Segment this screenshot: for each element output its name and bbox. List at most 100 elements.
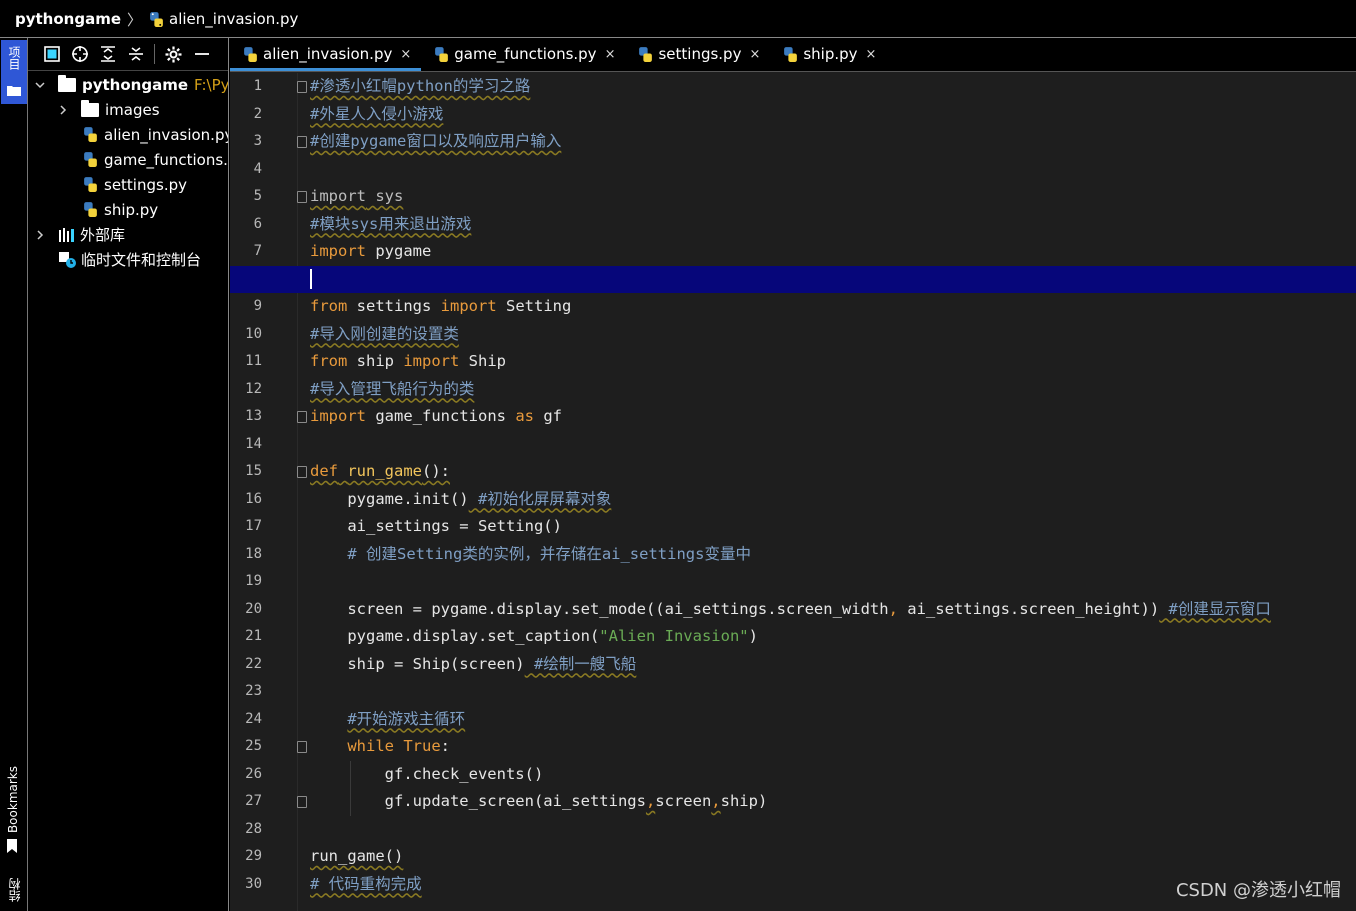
line-number: 4 — [253, 160, 262, 177]
breadcrumb-separator: 〉 — [127, 10, 143, 29]
code-line-27: gf.update_screen(ai_settings,screen,ship… — [384, 792, 768, 810]
toolbar-divider — [154, 44, 155, 64]
tree-item-game-functions[interactable]: game_functions.py — [82, 147, 228, 172]
code-line-22: ship = Ship(screen) #绘制一艘飞船 — [347, 654, 637, 673]
python-file-icon — [84, 127, 97, 142]
line-number: 22 — [245, 655, 262, 672]
editor-area: alien_invasion.py × game_functions.py × … — [230, 38, 1356, 911]
code-line-25: while True: — [347, 737, 451, 755]
python-file-icon — [84, 202, 97, 217]
line-number: 6 — [253, 215, 262, 232]
line-number: 17 — [245, 518, 262, 534]
code-line-13: import game_functions as gf — [310, 407, 562, 425]
locate-icon[interactable] — [70, 45, 89, 64]
close-icon[interactable]: × — [605, 47, 616, 62]
tree-item-ship[interactable]: ship.py — [82, 197, 158, 222]
chevron-right-icon[interactable] — [34, 229, 46, 241]
code-line-7: import pygame — [310, 242, 432, 260]
python-file-icon — [244, 46, 257, 62]
code-line-20: screen = pygame.display.set_mode((ai_set… — [347, 599, 1271, 618]
tree-root-pythongame[interactable]: pythongame F:\Pyt — [34, 72, 229, 97]
library-icon — [59, 228, 74, 242]
code-line-29: run_game() — [310, 847, 404, 865]
gear-icon[interactable] — [164, 45, 183, 64]
expand-all-icon[interactable] — [98, 45, 117, 64]
chevron-right-icon[interactable] — [57, 104, 69, 116]
tree-item-images[interactable]: images — [57, 97, 160, 122]
tab-ship[interactable]: ship.py × — [770, 37, 886, 71]
hide-icon[interactable] — [192, 45, 211, 64]
project-tab-label: 项目 — [7, 46, 21, 70]
tree-item-label: settings.py — [104, 175, 187, 194]
bookmarks-label: Bookmarks — [6, 766, 20, 834]
chevron-down-icon[interactable] — [34, 79, 46, 91]
breadcrumb-file[interactable]: alien_invasion.py — [148, 10, 298, 28]
line-number: 15 — [245, 463, 262, 479]
code-line-5: import sys — [310, 187, 404, 205]
tree-item-settings[interactable]: settings.py — [82, 172, 187, 197]
structure-tool-tab[interactable]: 结构 — [6, 878, 23, 902]
line-number: 24 — [245, 710, 262, 727]
tree-item-alien-invasion[interactable]: alien_invasion.py — [82, 122, 229, 147]
line-number: 21 — [245, 628, 262, 644]
line-number: 25 — [245, 738, 262, 754]
tab-alien-invasion[interactable]: alien_invasion.py × — [230, 37, 422, 71]
tree-item-label: game_functions.py — [104, 150, 228, 169]
python-file-icon — [84, 177, 97, 192]
line-number-gutter: 1234567891011121314151617181920212223242… — [230, 73, 307, 911]
code-editor[interactable]: #渗透小红帽python的学习之路 #外星人入侵小游戏 #创建pygame窗口以… — [230, 73, 1356, 911]
close-icon[interactable]: × — [749, 47, 760, 62]
watermark: CSDN @渗透小红帽 — [1175, 880, 1341, 901]
tree-item-label: alien_invasion.py — [104, 125, 229, 144]
tree-root-label: pythongame — [82, 75, 189, 94]
code-line-6: #模块sys用来退出游戏 — [310, 214, 472, 233]
line-number: 11 — [245, 353, 262, 369]
close-icon[interactable]: × — [400, 47, 411, 62]
tree-item-label: 外部库 — [80, 226, 126, 244]
code-line-18: # 创建Setting类的实例，并存储在ai_settings变量中 — [347, 544, 751, 563]
python-file-icon — [150, 11, 163, 27]
python-file-icon — [435, 46, 449, 62]
close-icon[interactable]: × — [866, 47, 877, 62]
code-line-2: #外星人入侵小游戏 — [310, 104, 444, 123]
line-number: 10 — [245, 325, 262, 342]
code-line-30: # 代码重构完成 — [310, 874, 422, 893]
project-tool-tab[interactable]: 项目 — [1, 40, 27, 104]
bookmarks-tool-tab[interactable]: Bookmarks — [6, 766, 20, 857]
tab-label: ship.py — [803, 45, 858, 63]
tab-label: settings.py — [658, 45, 742, 63]
code-line-1: #渗透小红帽python的学习之路 — [310, 77, 531, 95]
line-number: 23 — [245, 683, 262, 699]
line-number: 12 — [245, 380, 262, 397]
tree-item-external-libraries[interactable]: 外部库 — [34, 222, 125, 247]
folder-icon — [58, 74, 76, 92]
code-line-24: #开始游戏主循环 — [347, 709, 466, 728]
folder-icon — [7, 86, 21, 96]
line-number: 16 — [245, 490, 262, 507]
navigation-bar: pythongame 〉 alien_invasion.py — [0, 0, 1356, 38]
code-line-21: pygame.display.set_caption("Alien Invasi… — [347, 627, 758, 645]
select-opened-file-icon[interactable] — [42, 45, 61, 64]
tab-game-functions[interactable]: game_functions.py × — [421, 37, 625, 71]
line-number: 27 — [245, 793, 262, 809]
code-line-11: from ship import Ship — [310, 352, 506, 370]
line-number: 30 — [245, 875, 262, 892]
tree-item-label: ship.py — [104, 200, 159, 219]
tab-settings[interactable]: settings.py × — [625, 37, 770, 71]
project-tool-window: pythongame F:\Pyt images alien_invasion.… — [28, 38, 229, 911]
code-line-26: gf.check_events() — [384, 764, 544, 783]
line-number: 2 — [253, 105, 262, 122]
tree-root-path: F:\Pyt — [194, 75, 229, 94]
collapse-all-icon[interactable] — [126, 45, 145, 64]
code-line-16: pygame.init() #初始化屏屏幕对象 — [347, 489, 612, 508]
breadcrumb-project[interactable]: pythongame — [15, 10, 121, 28]
folder-icon — [81, 99, 99, 117]
editor-tab-bar: alien_invasion.py × game_functions.py × … — [230, 38, 1356, 72]
scratches-console-icon — [59, 251, 76, 268]
line-number: 14 — [245, 435, 262, 452]
tree-item-scratches[interactable]: 临时文件和控制台 — [58, 247, 201, 272]
line-number: 19 — [245, 573, 262, 589]
current-line-highlight — [230, 265, 1356, 293]
text-caret — [310, 269, 312, 289]
python-file-icon — [84, 152, 97, 167]
